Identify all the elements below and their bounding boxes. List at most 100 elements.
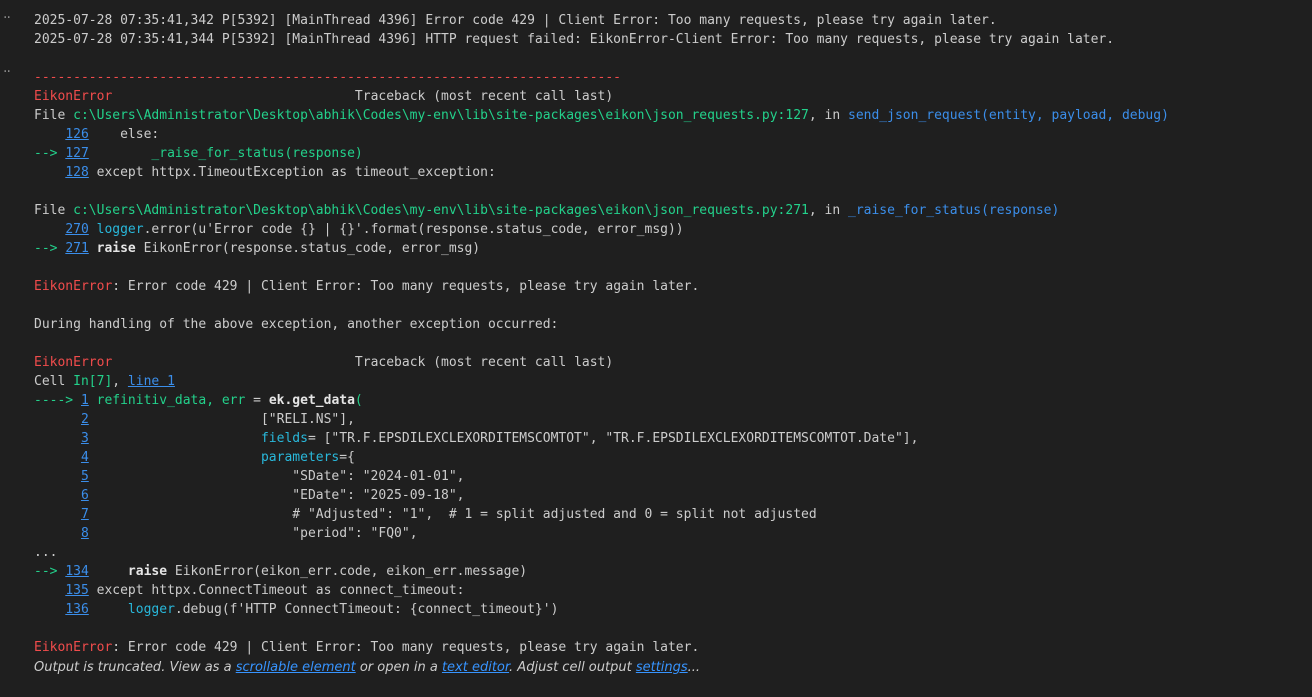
code-line: 4 parameters={ <box>34 448 1304 467</box>
log-output: 2025-07-28 07:35:41,342 P[5392] [MainThr… <box>34 11 1304 49</box>
traceback-output: ----------------------------------------… <box>34 68 1304 657</box>
header-pad <box>112 89 355 104</box>
code-line: 5 "SDate": "2024-01-01", <box>34 467 1304 486</box>
error-message: : Error code 429 | Client Error: Too man… <box>112 640 700 655</box>
file-path-link[interactable]: c:\Users\Administrator\Desktop\abhik\Cod… <box>73 203 809 218</box>
line-number-link[interactable]: 134 <box>65 564 88 579</box>
code-text: # "Adjusted": "1", # 1 = split adjusted … <box>88 507 817 522</box>
code-text: except httpx.ConnectTimeout as connect_t… <box>88 583 465 598</box>
code-line: 3 fields= ["TR.F.EPSDILEXCLEXORDITEMSCOM… <box>34 429 1304 448</box>
line-number-link[interactable]: 4 <box>81 450 89 465</box>
in-label: , in <box>808 108 848 123</box>
code-line: 8 "period": "FQ0", <box>34 524 1304 543</box>
output-toolbar-icon[interactable]: ·· <box>3 64 11 80</box>
line-number-link[interactable]: 135 <box>65 583 88 598</box>
line-number-link[interactable]: 271 <box>65 241 88 256</box>
line-number-link[interactable]: 128 <box>65 165 88 180</box>
code-text: "SDate": "2024-01-01", <box>88 469 465 484</box>
text-editor-link[interactable]: text editor <box>442 660 509 675</box>
line-pad <box>34 450 81 465</box>
line-arrow <box>34 583 65 598</box>
code-text: ( <box>354 393 363 408</box>
line-pad <box>34 412 81 427</box>
header-pad <box>112 355 355 370</box>
code-text: EikonError(response.status_code, error_m… <box>135 241 481 256</box>
line-number-link[interactable]: 3 <box>81 431 89 446</box>
line-number-link[interactable]: 6 <box>81 488 89 503</box>
code-line-current: --> 271 raise EikonError(response.status… <box>34 239 1304 258</box>
line-number-link[interactable]: 127 <box>65 146 88 161</box>
code-line: 6 "EDate": "2025-09-18", <box>34 486 1304 505</box>
code-operator: = <box>253 393 261 408</box>
code-text: "EDate": "2025-09-18", <box>88 488 465 503</box>
line-number-link[interactable]: 136 <box>65 602 88 617</box>
code-line: 136 logger.debug(f'HTTP ConnectTimeout: … <box>34 600 1304 619</box>
function-name: _raise_for_status <box>848 203 982 218</box>
line-pad <box>34 469 81 484</box>
during-handling-text: During handling of the above exception, … <box>34 317 559 332</box>
code-call: ek.get_data <box>261 393 355 408</box>
code-line-current: ----> 1 refinitiv_data, err = ek.get_dat… <box>34 391 1304 410</box>
code-line: 128 except httpx.TimeoutException as tim… <box>34 163 1304 182</box>
line-number-link[interactable]: 126 <box>65 127 88 142</box>
notice-text: Output is truncated. View as a <box>34 660 236 675</box>
code-text: .debug(f'HTTP ConnectTimeout: {connect_t… <box>174 602 559 617</box>
file-path-link[interactable]: c:\Users\Administrator\Desktop\abhik\Cod… <box>73 108 809 123</box>
line-number-link[interactable]: 270 <box>65 222 88 237</box>
line-number-link[interactable]: 7 <box>81 507 89 522</box>
code-text: else: <box>88 127 160 142</box>
code-keyword-arg: fields <box>88 431 308 446</box>
file-label: File <box>34 108 74 123</box>
function-name: send_json_request <box>848 108 982 123</box>
frame-file-line: File c:\Users\Administrator\Desktop\abhi… <box>34 106 1304 125</box>
ellipsis-line: ... <box>34 545 58 560</box>
error-message-line: EikonError: Error code 429 | Client Erro… <box>34 638 1304 657</box>
code-text: = ["TR.F.EPSDILEXCLEXORDITEMSCOMTOT", "T… <box>307 431 919 446</box>
settings-link[interactable]: settings <box>636 660 688 675</box>
line-number-link[interactable]: 8 <box>81 526 89 541</box>
cell-label: Cell <box>34 374 74 389</box>
cell-line-link[interactable]: line 1 <box>128 374 175 389</box>
in-label: , in <box>808 203 848 218</box>
code-line-current: --> 134 raise EikonError(eikon_err.code,… <box>34 562 1304 581</box>
cell-reference-line: Cell In[7], line 1 <box>34 372 1304 391</box>
notice-text: . Adjust cell output <box>509 660 636 675</box>
code-line: 270 logger.error(u'Error code {} | {}'.f… <box>34 220 1304 239</box>
traceback-title: Traceback (most recent call last) <box>354 355 614 370</box>
traceback-separator: ----------------------------------------… <box>34 70 621 85</box>
line-pad <box>34 526 81 541</box>
code-text: _raise_for_status(response) <box>88 146 363 161</box>
line-pad <box>34 507 81 522</box>
file-label: File <box>34 203 74 218</box>
line-arrow: --> <box>34 564 66 579</box>
line-arrow <box>34 127 65 142</box>
log-line: 2025-07-28 07:35:41,344 P[5392] [MainThr… <box>34 32 1115 47</box>
code-line: 7 # "Adjusted": "1", # 1 = split adjuste… <box>34 505 1304 524</box>
output-toolbar-icon[interactable]: ·· <box>3 10 11 26</box>
line-arrow <box>34 222 65 237</box>
code-line: 126 else: <box>34 125 1304 144</box>
line-number-link[interactable]: 2 <box>81 412 89 427</box>
code-text: ["RELI.NS"], <box>88 412 355 427</box>
function-args: (entity, payload, debug) <box>981 108 1169 123</box>
code-keyword: raise <box>88 241 136 256</box>
error-message-line: EikonError: Error code 429 | Client Erro… <box>34 277 1304 296</box>
code-object: logger <box>88 222 144 237</box>
code-keyword-arg: parameters <box>88 450 340 465</box>
code-text: ={ <box>339 450 355 465</box>
error-name: EikonError <box>34 640 113 655</box>
traceback-header: EikonError Traceback (most recent call l… <box>34 87 1304 106</box>
line-number-link[interactable]: 1 <box>81 393 89 408</box>
traceback-title: Traceback (most recent call last) <box>354 89 614 104</box>
code-keyword: raise <box>88 564 168 579</box>
code-text: "period": "FQ0", <box>88 526 418 541</box>
line-arrow: ----> <box>34 393 81 408</box>
output-truncated-notice: Output is truncated. View as a scrollabl… <box>34 660 700 675</box>
scrollable-element-link[interactable]: scrollable element <box>236 660 356 675</box>
line-number-link[interactable]: 5 <box>81 469 89 484</box>
line-pad <box>34 488 81 503</box>
log-line: 2025-07-28 07:35:41,342 P[5392] [MainThr… <box>34 13 997 28</box>
code-text: EikonError(eikon_err.code, eikon_err.mes… <box>167 564 528 579</box>
line-arrow: --> <box>34 241 66 256</box>
